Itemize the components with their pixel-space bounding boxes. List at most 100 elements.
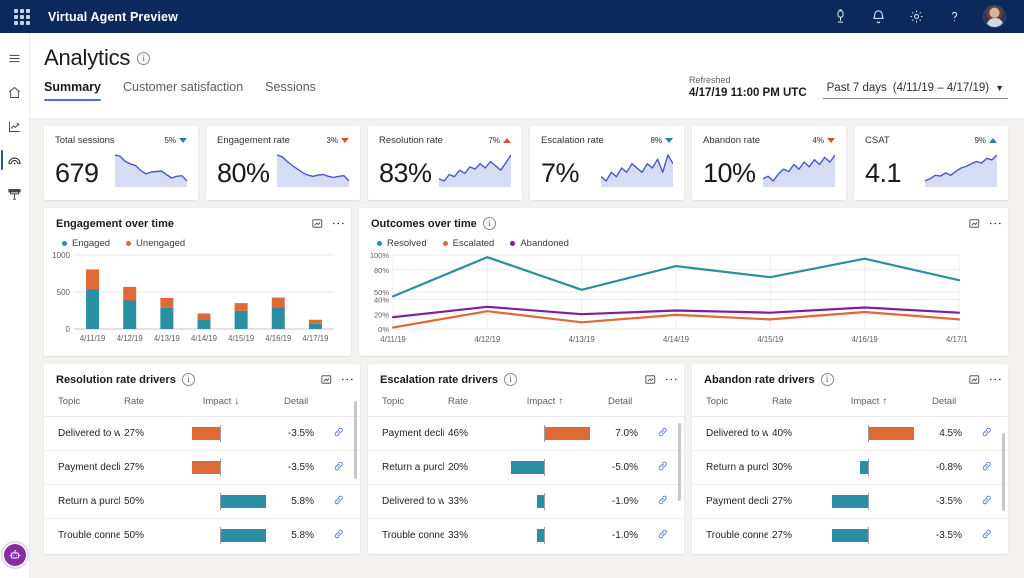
column-header-impact[interactable]: Impact ↑ [486,393,604,417]
cell-impact-bar [162,416,280,451]
link-icon[interactable] [981,460,993,472]
kpi-delta: 7% [488,136,511,145]
more-vertical-icon[interactable]: ⋮ [988,217,1003,230]
cell-topic: Delivered to wron… [368,484,444,519]
column-header-rate[interactable]: Rate [444,393,486,417]
table-row[interactable]: Delivered to wron…27% -3.5% [44,416,360,451]
kpi-card-resolution-rate[interactable]: Resolution rate 7% 83% [368,126,522,200]
card-info-icon[interactable]: i [482,217,496,230]
column-header-topic[interactable]: Topic [368,393,444,417]
popout-icon[interactable] [969,218,980,229]
impact-bar [868,427,914,440]
table-row[interactable]: Trouble connecting 50% 5.8% [44,519,360,553]
sort-up-icon[interactable]: ↑ [558,396,563,407]
hamburger-icon[interactable] [0,41,30,75]
more-vertical-icon[interactable]: ⋮ [988,373,1003,386]
legend-item-escalated: Escalated [442,238,494,249]
kpi-label: Abandon rate [703,135,761,146]
link-icon[interactable] [657,426,669,438]
column-header-impact[interactable]: Impact ↓ [162,393,280,417]
chevron-down-icon[interactable]: ▼ [995,83,1004,93]
table-row[interactable]: Trouble connecting 33% -1.0% [368,519,684,553]
legend-item-abandoned: Abandoned [510,238,569,249]
more-vertical-icon[interactable]: ⋮ [664,373,679,386]
kpi-value: 83% [379,158,432,188]
link-icon[interactable] [657,460,669,472]
column-header-rate[interactable]: Rate [768,393,810,417]
table-row[interactable]: Payment declined27% -3.5% [44,450,360,485]
table-header-row: Topic Rate Impact ↓ Detail [44,393,360,417]
cell-topic: Trouble connecting [706,530,768,541]
kpi-card-abandon-rate[interactable]: Abandon rate 4% 10% [692,126,846,200]
link-icon[interactable] [333,494,345,506]
link-icon[interactable] [333,528,345,540]
column-header-topic[interactable]: Topic [692,393,768,417]
table-row[interactable]: Payment declined46% 7.0% [368,416,684,451]
link-icon[interactable] [981,528,993,540]
column-header-impact-value [966,393,1008,417]
table-header-row: Topic Rate Impact ↑ Detail [692,393,1008,417]
popout-icon[interactable] [969,374,980,385]
link-icon[interactable] [333,460,345,472]
sort-up-icon[interactable]: ↑ [882,396,887,407]
kpi-card-escalation-rate[interactable]: Escalation rate 8% 7% [530,126,684,200]
table-row[interactable]: Trouble connecting 27% -3.5% [692,519,1008,553]
gear-icon[interactable] [907,8,925,26]
table-row[interactable]: Delivered to wron…33% -1.0% [368,484,684,519]
table-row[interactable]: Payment declined27% -3.5% [692,484,1008,519]
column-header-detail[interactable]: Detail [280,393,318,417]
sidebar-item-virtual-agent[interactable] [0,143,30,177]
app-launcher-waffle-icon[interactable] [12,7,32,27]
table-scrollbar[interactable] [678,423,681,501]
kpi-card-engagement-rate[interactable]: Engagement rate 3% 80% [206,126,360,200]
sort-down-icon[interactable]: ↓ [234,396,239,407]
tab-customer-satisfaction[interactable]: Customer satisfaction [123,80,243,101]
link-icon[interactable] [657,528,669,540]
table-row[interactable]: Return a purchase20% -5.0% [368,450,684,485]
column-header-detail[interactable]: Detail [604,393,642,417]
column-header-impact[interactable]: Impact ↑ [810,393,928,417]
card-info-icon[interactable]: i [181,373,195,386]
bell-icon[interactable] [869,8,887,26]
tab-sessions[interactable]: Sessions [265,80,316,101]
table-scrollbar[interactable] [1002,433,1005,511]
bar-zero-axis [544,493,546,510]
date-range-dates: (4/11/19 – 4/17/19) [892,82,990,94]
kpi-card-csat[interactable]: CSAT 9% 4.1 [854,126,1008,200]
more-vertical-icon[interactable]: ⋮ [340,373,355,386]
kpi-card-total-sessions[interactable]: Total sessions 5% 679 [44,126,198,200]
tab-summary[interactable]: Summary [44,80,101,101]
table-scrollbar[interactable] [354,401,357,479]
sidebar-item-topics[interactable] [0,177,30,211]
column-header-detail[interactable]: Detail [928,393,966,417]
link-icon[interactable] [981,426,993,438]
popout-icon[interactable] [645,374,656,385]
popout-icon[interactable] [312,218,323,229]
sidebar-item-home[interactable] [0,75,30,109]
cell-topic: Return a purchase [692,450,768,485]
more-vertical-icon[interactable]: ⋮ [331,217,346,230]
table-row[interactable]: Return a purchase50% 5.8% [44,484,360,519]
card-info-icon[interactable]: i [504,373,518,386]
sidebar-item-analytics[interactable] [0,109,30,143]
link-icon[interactable] [333,426,345,438]
megaphone-icon[interactable] [831,8,849,26]
table-row[interactable]: Return a purchase30% -0.8% [692,450,1008,485]
cell-topic: Trouble connecting [58,530,120,541]
legend-swatch [442,241,448,246]
table-row[interactable]: Delivered to wron…40% 4.5% [692,416,1008,451]
column-header-rate[interactable]: Rate [120,393,162,417]
svg-text:4/17/19: 4/17/19 [946,335,967,344]
bot-assistant-button[interactable] [3,544,26,566]
column-header-topic[interactable]: Topic [44,393,120,417]
page-title-info-icon[interactable]: i [137,51,151,65]
popout-icon[interactable] [321,374,332,385]
avatar[interactable] [983,5,1006,28]
link-icon[interactable] [657,494,669,506]
link-icon[interactable] [981,494,993,506]
help-icon[interactable] [945,8,963,26]
trend-down-icon [341,138,349,143]
card-info-icon[interactable]: i [820,373,834,386]
driver-tables-row: Resolution rate drivers i ⋮ Topic Rate Imp… [44,364,1008,554]
date-range-picker[interactable]: Past 7 days (4/11/19 – 4/17/19) ▼ [822,82,1008,99]
